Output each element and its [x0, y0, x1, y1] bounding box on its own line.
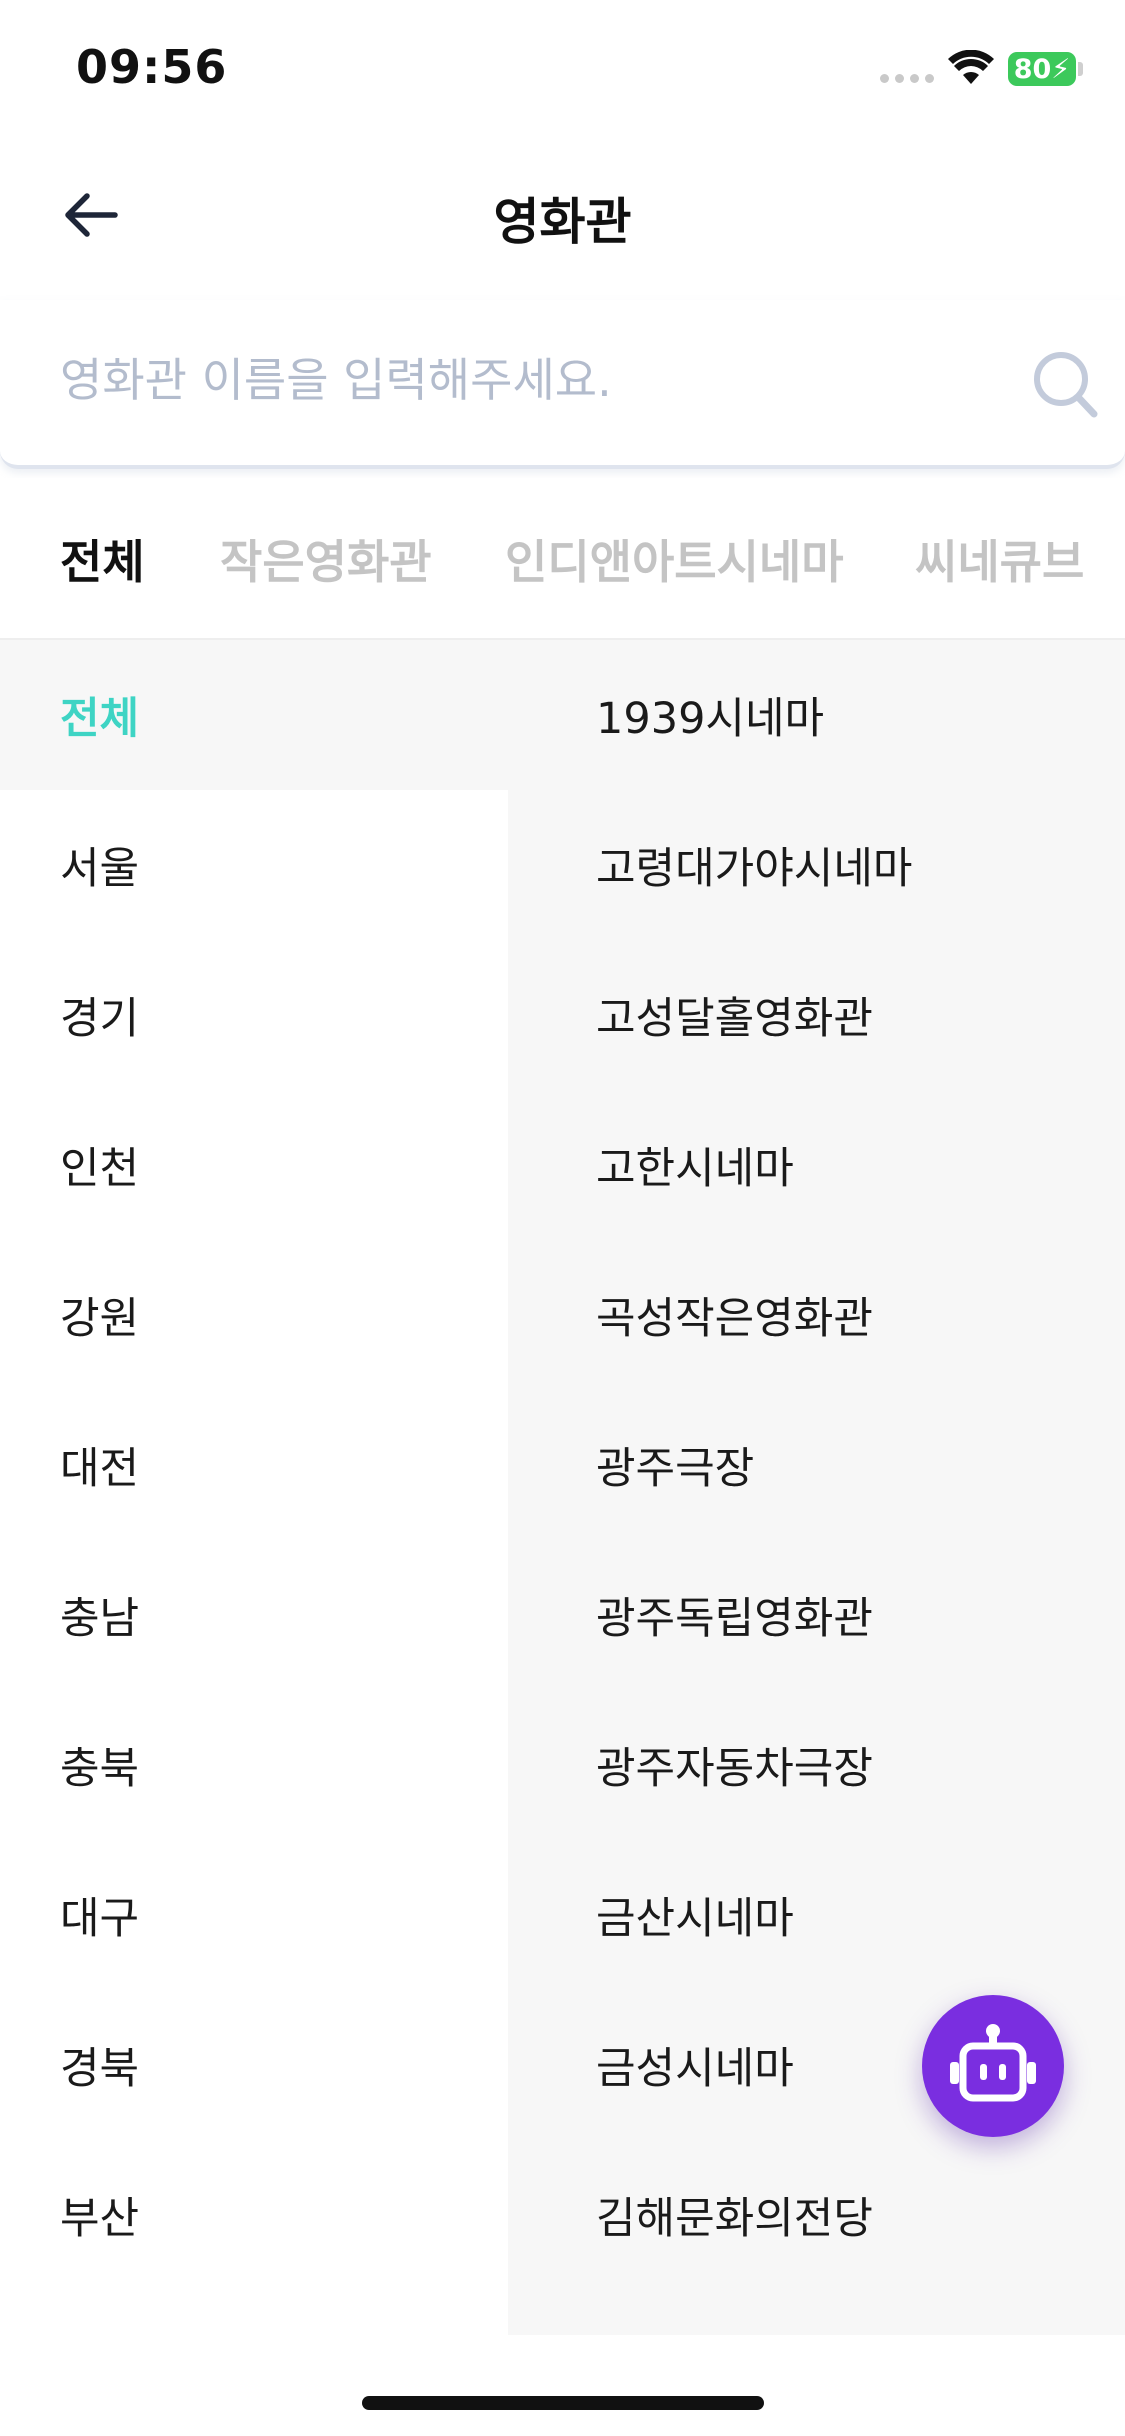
theater-item[interactable]: 고성달홀영화관	[596, 940, 1096, 1090]
region-item-chungnam[interactable]: 충남	[60, 1540, 500, 1690]
chatbot-button[interactable]	[922, 1995, 1064, 2137]
theater-item[interactable]: 고한시네마	[596, 1090, 1096, 1240]
header: 영화관	[0, 140, 1125, 290]
page-title: 영화관	[493, 193, 632, 251]
home-indicator[interactable]	[362, 2396, 764, 2410]
tab-all[interactable]: 전체	[60, 526, 145, 592]
theater-item[interactable]: 광주자동차극장	[596, 1690, 1096, 1840]
battery-level: 80	[1013, 53, 1052, 85]
tab-cinecube[interactable]: 씨네큐브	[915, 526, 1084, 592]
region-item-seoul[interactable]: 서울	[60, 790, 500, 940]
region-item-gangwon[interactable]: 강원	[60, 1240, 500, 1390]
region-item-all[interactable]: 전체	[60, 640, 500, 790]
charging-bolt-icon: ⚡	[1051, 53, 1071, 85]
wifi-icon	[948, 50, 994, 84]
search-icon[interactable]	[1030, 348, 1100, 420]
theater-item[interactable]: 광주독립영화관	[596, 1540, 1096, 1690]
robot-icon	[950, 2024, 1036, 2102]
region-item-gyeongbuk[interactable]: 경북	[60, 1990, 500, 2140]
search-bar	[0, 300, 1125, 469]
search-input[interactable]	[60, 340, 1000, 420]
theater-item[interactable]: 광주극장	[596, 1390, 1096, 1540]
tab-indie-art-cinema[interactable]: 인디앤아트시네마	[505, 526, 844, 592]
cellular-signal-icon	[880, 74, 934, 83]
battery-indicator: 80 ⚡	[1008, 52, 1076, 86]
theater-item[interactable]: 김해문화의전당	[596, 2140, 1096, 2290]
region-item-chungbuk[interactable]: 충북	[60, 1690, 500, 1840]
theater-item[interactable]: 고령대가야시네마	[596, 790, 1096, 940]
region-item-daegu[interactable]: 대구	[60, 1840, 500, 1990]
region-item-gyeonggi[interactable]: 경기	[60, 940, 500, 1090]
region-item-busan[interactable]: 부산	[60, 2140, 500, 2290]
tab-small-cinema[interactable]: 작은영화관	[220, 526, 432, 592]
theater-item[interactable]: 금산시네마	[596, 1840, 1096, 1990]
bottom-safe-area	[0, 2335, 1125, 2436]
battery-tip	[1078, 62, 1083, 76]
region-item-incheon[interactable]: 인천	[60, 1090, 500, 1240]
status-bar: 09:56 80 ⚡	[0, 0, 1125, 140]
region-item-daejeon[interactable]: 대전	[60, 1390, 500, 1540]
theater-item[interactable]: 곡성작은영화관	[596, 1240, 1096, 1390]
theater-item[interactable]: 1939시네마	[596, 640, 1096, 790]
category-tabs: 전체 작은영화관 인디앤아트시네마 씨네큐브	[0, 478, 1125, 640]
status-time: 09:56	[76, 40, 228, 94]
